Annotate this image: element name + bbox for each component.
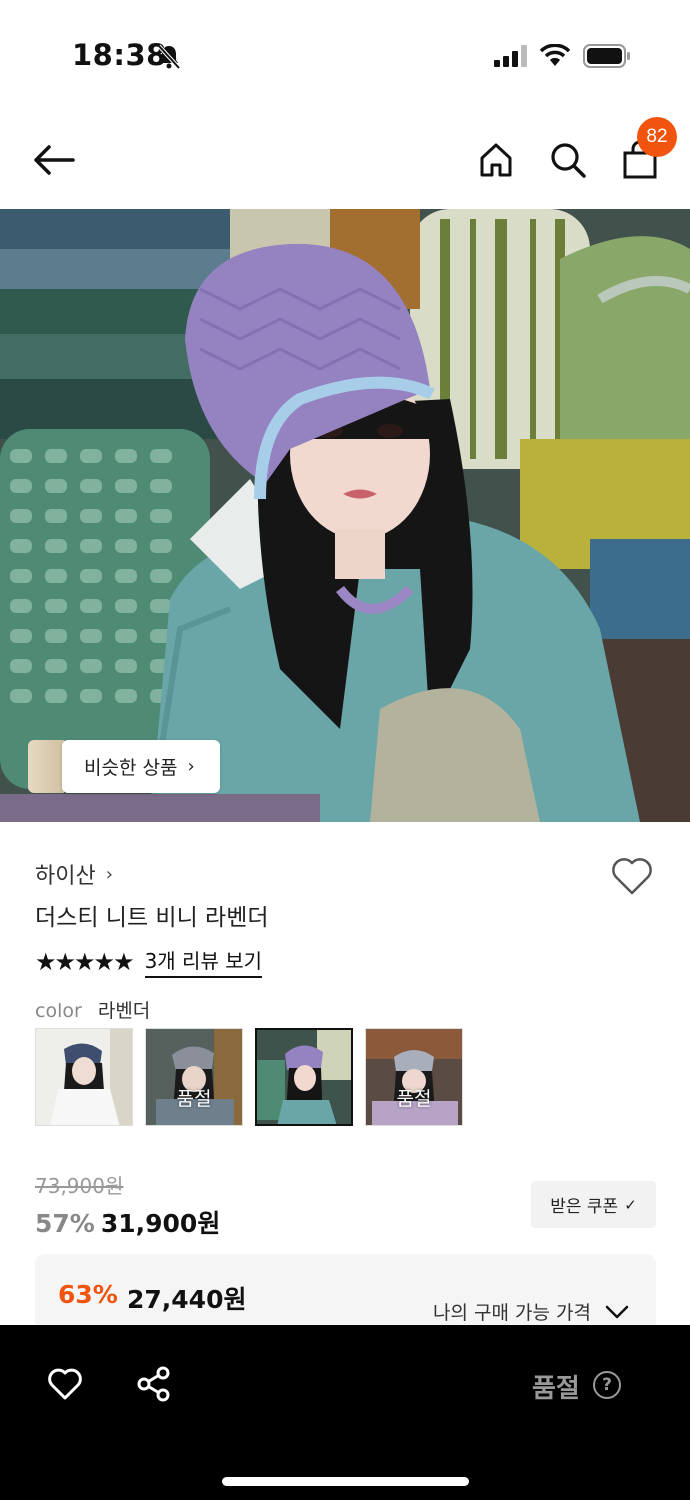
status-bar: 18:38 <box>0 0 690 100</box>
color-swatches: 품절 품절 <box>35 1028 463 1126</box>
brand-name: 하이산 <box>35 864 96 889</box>
bell-slash-icon <box>157 44 181 70</box>
coupon-label: 받은 쿠폰 <box>550 1197 619 1217</box>
rating-row: ★★★★★ 3개 리뷰 보기 <box>35 945 263 978</box>
my-discount-rate: 63% <box>58 1280 118 1309</box>
check-icon: ✓ <box>624 1195 637 1214</box>
sold-out-label: 품절 <box>176 1088 212 1110</box>
my-price-label: 나의 구매 가능 가격 <box>433 1302 591 1324</box>
discount-rate: 57% <box>35 1209 95 1238</box>
sold-out-label: 품절 <box>396 1088 432 1110</box>
my-price-toggle[interactable]: 나의 구매 가능 가격 <box>433 1298 629 1325</box>
heart-icon[interactable] <box>47 1367 83 1401</box>
similar-products-label: 비슷한 상품 <box>84 757 178 779</box>
cart-count-badge: 82 <box>637 117 677 157</box>
search-icon <box>551 143 586 178</box>
brand-link[interactable]: 하이산 › <box>35 858 113 890</box>
help-icon[interactable]: ? <box>593 1371 621 1399</box>
back-button[interactable] <box>30 136 78 184</box>
chevron-down-icon <box>605 1305 629 1318</box>
swatch-photo <box>366 1029 462 1125</box>
color-swatch-selected[interactable] <box>255 1028 353 1126</box>
color-selector-label: color 라벤더 <box>35 996 150 1023</box>
similar-products-button[interactable]: 비슷한 상품 › <box>62 740 220 793</box>
back-arrow-icon <box>34 145 75 175</box>
wishlist-heart-icon[interactable] <box>610 856 654 896</box>
my-price: 27,440원 <box>127 1285 247 1314</box>
battery-icon <box>583 44 630 68</box>
signal-icon <box>494 45 527 67</box>
similar-product-thumbnail[interactable] <box>28 740 64 793</box>
color-swatch[interactable] <box>35 1028 133 1126</box>
sold-out-status: 품절 <box>532 1374 580 1404</box>
product-photo <box>0 209 690 822</box>
search-button[interactable] <box>544 136 592 184</box>
home-button[interactable] <box>472 136 520 184</box>
chevron-right-icon: › <box>187 756 195 777</box>
product-hero-image[interactable] <box>0 209 690 822</box>
chevron-right-icon: › <box>105 863 113 885</box>
rating-stars: ★★★★★ <box>35 947 135 976</box>
wifi-icon <box>540 44 570 66</box>
received-coupon-button[interactable]: 받은 쿠폰 ✓ <box>531 1181 656 1228</box>
top-navigation <box>0 110 690 206</box>
color-label: color <box>35 1000 82 1022</box>
sale-price: 31,900원 <box>100 1209 221 1238</box>
price-row: 57% 31,900원 <box>35 1204 220 1240</box>
share-icon[interactable] <box>136 1366 172 1402</box>
product-name: 더스티 니트 비니 라벤더 <box>35 905 269 931</box>
color-swatch[interactable]: 품절 <box>365 1028 463 1126</box>
original-price: 73,900원 <box>35 1174 124 1198</box>
color-swatch[interactable]: 품절 <box>145 1028 243 1126</box>
status-time: 18:38 <box>72 38 167 72</box>
home-icon <box>480 143 512 177</box>
review-link[interactable]: 3개 리뷰 보기 <box>144 945 263 978</box>
swatch-photo <box>146 1029 242 1125</box>
swatch-photo <box>36 1029 132 1125</box>
color-value: 라벤더 <box>97 1000 151 1022</box>
home-indicator <box>222 1477 469 1486</box>
bottom-action-bar <box>0 1325 690 1500</box>
swatch-photo <box>257 1030 351 1124</box>
